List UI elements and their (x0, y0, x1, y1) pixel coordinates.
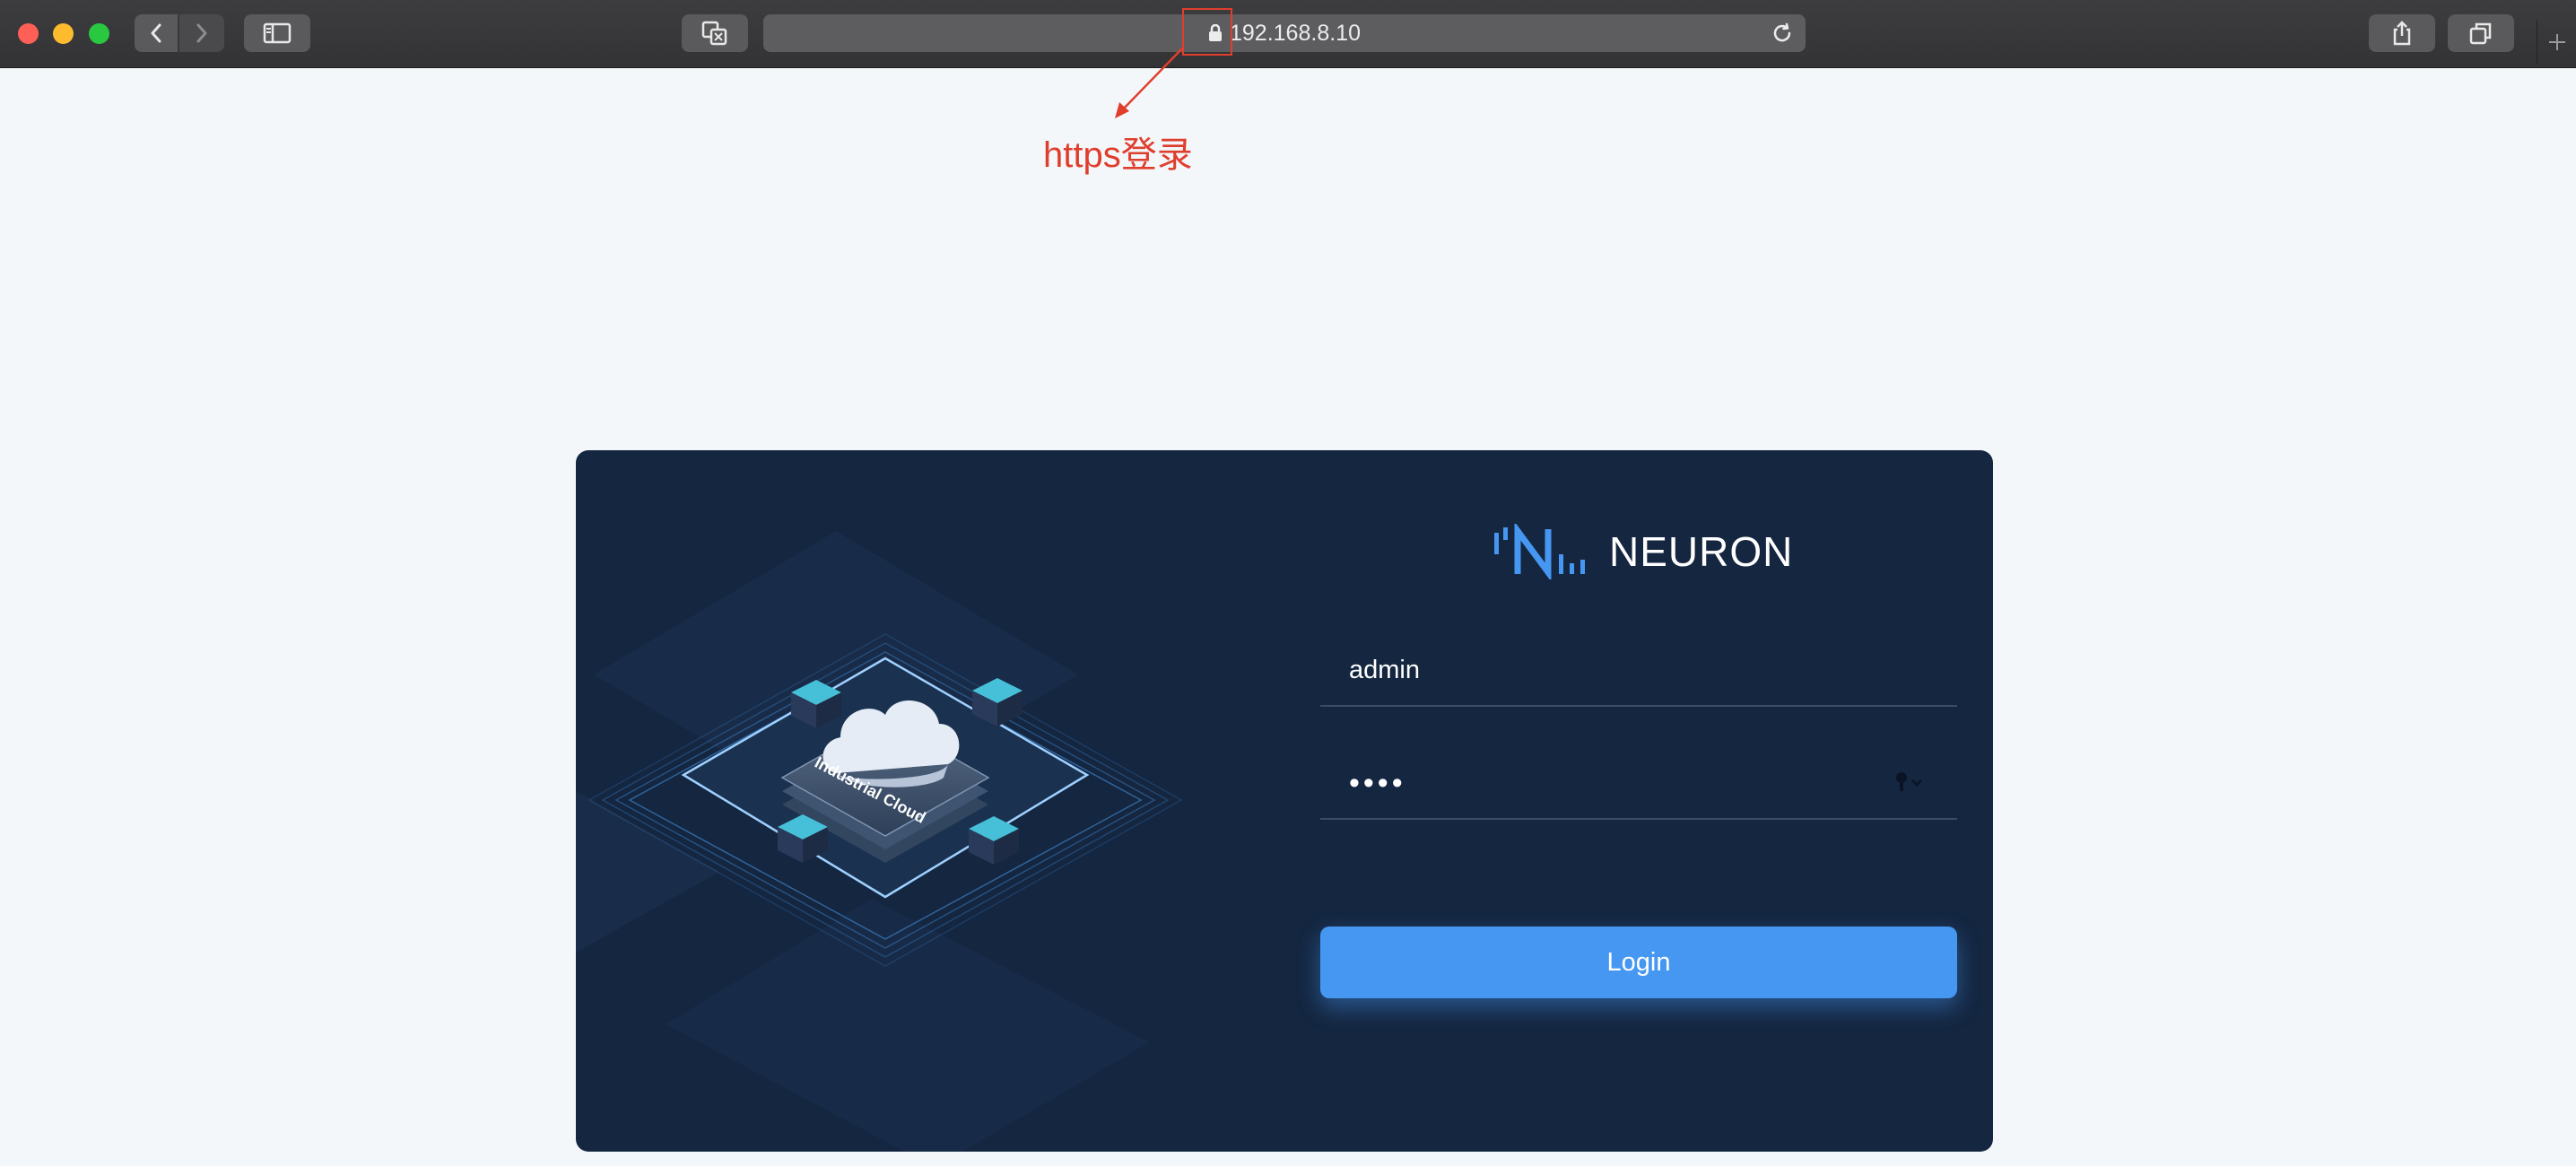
username-input[interactable] (1347, 651, 1889, 689)
username-field-container (1320, 626, 1957, 707)
password-input[interactable] (1347, 764, 1889, 802)
industrial-cloud-illustration: Industrial Cloud (576, 531, 1183, 1152)
brand-logo: NEURON (1493, 524, 1793, 579)
login-card: Industrial Cloud NEURON admin •••• Login (576, 450, 1993, 1152)
password-field-container (1320, 739, 1957, 820)
annotation-text: https登录 (1043, 135, 1193, 175)
password-key-icon[interactable] (1894, 771, 1930, 793)
brand-name: NEURON (1609, 528, 1794, 575)
neuron-logo-icon (1494, 524, 1585, 579)
login-button[interactable]: Login (1320, 927, 1957, 998)
annotation-arrow (1115, 46, 1185, 118)
